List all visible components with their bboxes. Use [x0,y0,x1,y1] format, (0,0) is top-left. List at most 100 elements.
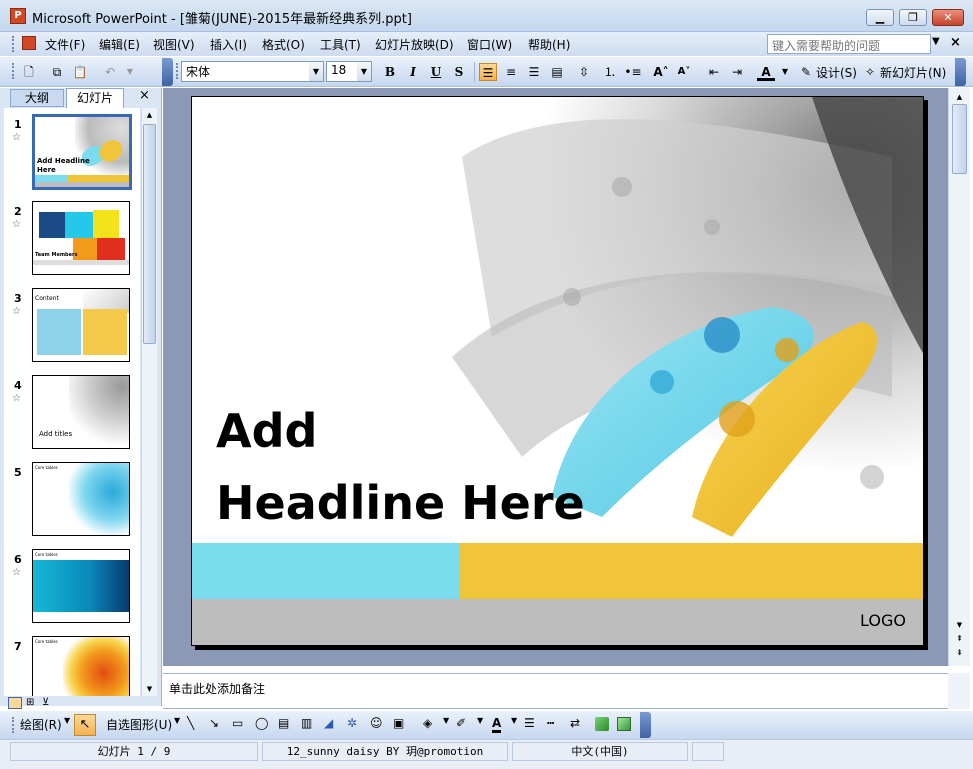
font-size-select[interactable]: 18 ▼ [326,61,372,82]
new-slide-button[interactable]: 新幻灯片(N) [880,64,946,81]
slide-headline[interactable]: Add Headline Here [216,395,585,539]
menu-window[interactable]: 窗口(W) [467,36,512,53]
chevron-down-icon[interactable]: ▼ [64,716,70,725]
italic-button[interactable]: I [404,63,422,81]
font-color-icon[interactable]: A [757,63,775,81]
bullet-list-icon[interactable]: •≡ [624,63,642,81]
clipart-icon[interactable]: ☺ [370,716,383,730]
toolbar-options-icon-3[interactable] [640,712,651,738]
autoshapes-button[interactable]: 自选图形(U) [106,716,172,733]
line-color-icon[interactable]: ✐ [456,716,466,730]
document-close-button[interactable]: × [950,35,961,50]
menu-help[interactable]: 帮助(H) [528,36,570,53]
font-color-icon[interactable]: A [492,716,502,733]
close-button[interactable]: ✕ [932,9,964,26]
toolbar-options-icon-2[interactable] [955,58,966,86]
undo-dropdown-icon[interactable]: ▼ [121,63,139,81]
dash-style-icon[interactable]: ┅ [547,716,554,730]
font-color-dropdown-icon[interactable]: ▼ [776,63,794,81]
design-button[interactable]: 设计(S) [816,64,857,81]
3d-style-icon[interactable] [617,717,631,731]
decrease-indent-icon[interactable]: ⇤ [705,63,723,81]
new-document-icon[interactable]: 🗋 [20,63,38,81]
toolbar-options-icon[interactable] [162,58,173,86]
vertical-textbox-icon[interactable]: ▥ [301,716,312,730]
chevron-down-icon[interactable]: ▼ [174,716,180,725]
slide-thumbnail-3[interactable]: Content [32,288,130,362]
line-spacing-icon[interactable]: ⇳ [575,63,593,81]
shadow-button[interactable]: S [450,63,468,81]
chevron-down-icon[interactable]: ▼ [357,62,371,81]
distribute-icon[interactable]: ▤ [548,63,566,81]
scroll-up-icon[interactable]: ▲ [951,90,968,104]
copy-icon[interactable]: ⧉ [48,63,66,81]
drawbar-grip[interactable] [12,717,15,733]
font-select[interactable]: 宋体 ▼ [181,61,324,82]
wordart-icon[interactable]: ◢ [324,716,333,730]
menu-tools[interactable]: 工具(T) [320,36,361,53]
menu-edit[interactable]: 编辑(E) [99,36,140,53]
tab-outline[interactable]: 大纲 [10,89,64,107]
slide-canvas[interactable]: Add Headline Here LOGO [191,96,924,646]
scroll-up-icon[interactable]: ▲ [142,108,157,122]
draw-menu-button[interactable]: 绘图(R) [20,716,62,733]
scroll-thumb[interactable] [143,124,156,344]
panel-close-button[interactable]: × [139,88,150,103]
design-icon[interactable]: ✎ [797,63,815,81]
notes-scrollbar[interactable] [948,673,970,709]
scroll-down-icon[interactable]: ▼ [951,618,968,632]
slide-sorter-icon[interactable]: ⊞ [26,697,34,708]
thumbnail-scrollbar[interactable]: ▲ ▼ [141,108,157,696]
slide-thumbnail-2[interactable]: Team Members [32,201,130,275]
font-color-dropdown-icon[interactable]: ▼ [511,716,517,725]
menu-grip[interactable] [12,36,15,52]
shadow-style-icon[interactable] [595,717,609,731]
picture-icon[interactable]: ▣ [393,716,404,730]
notes-pane[interactable]: 单击此处添加备注 [163,673,948,709]
previous-slide-icon[interactable]: ⇞ [951,632,968,646]
menu-view[interactable]: 视图(V) [153,36,195,53]
align-left-icon[interactable]: ☰ [479,63,497,81]
increase-indent-icon[interactable]: ⇥ [728,63,746,81]
logo-placeholder[interactable]: LOGO [860,611,906,630]
menu-file[interactable]: 文件(F) [45,36,85,53]
rectangle-tool-icon[interactable]: ▭ [232,716,243,730]
textbox-icon[interactable]: ▤ [278,716,289,730]
chevron-down-icon[interactable]: ▼ [309,62,323,81]
powerpoint-app-icon[interactable]: P [10,8,26,24]
minimize-button[interactable]: ▁ [866,9,894,26]
diagram-icon[interactable]: ✲ [347,716,357,730]
oval-tool-icon[interactable]: ◯ [255,716,268,730]
decrease-font-icon[interactable]: A˅ [675,63,693,81]
next-slide-icon[interactable]: ⇟ [951,646,968,660]
new-slide-icon[interactable]: ✧ [861,63,879,81]
scroll-thumb[interactable] [952,104,967,174]
slide-scrollbar[interactable]: ▲ ▼ ⇞ ⇟ [948,88,970,666]
help-dropdown-icon[interactable]: ▼ [932,36,940,47]
line-style-icon[interactable]: ☰ [524,716,535,730]
line-tool-icon[interactable]: ╲ [187,716,194,730]
tab-slides[interactable]: 幻灯片 [66,88,124,108]
align-center-icon[interactable]: ≡ [502,63,520,81]
undo-icon[interactable]: ↶ [101,63,119,81]
normal-view-icon[interactable] [8,697,22,709]
fill-color-icon[interactable]: ◈ [423,716,432,730]
line-color-dropdown-icon[interactable]: ▼ [477,716,483,725]
menu-slideshow[interactable]: 幻灯片放映(D) [375,36,454,53]
paste-icon[interactable]: 📋 [71,63,89,81]
arrow-style-icon[interactable]: ⇄ [570,716,580,730]
slide-thumbnail-6[interactable]: Core tables [32,549,130,623]
slide-thumbnail-1[interactable]: Add Headline Here [32,114,132,190]
toolbar-grip-2[interactable] [176,63,179,79]
increase-font-icon[interactable]: A˄ [652,63,670,81]
slideshow-icon[interactable]: ⊻ [42,697,49,708]
numbered-list-icon[interactable]: ⒈ [601,63,619,81]
maximize-button[interactable]: ❐ [899,9,927,26]
select-pointer-icon[interactable]: ↖ [74,714,96,736]
slide-thumbnail-7[interactable]: Core tables [32,636,130,696]
slide-thumbnail-4[interactable]: Add titles [32,375,130,449]
arrow-tool-icon[interactable]: ↘ [209,716,219,730]
toolbar-grip[interactable] [12,63,15,79]
menu-format[interactable]: 格式(O) [262,36,305,53]
align-right-icon[interactable]: ☰ [525,63,543,81]
